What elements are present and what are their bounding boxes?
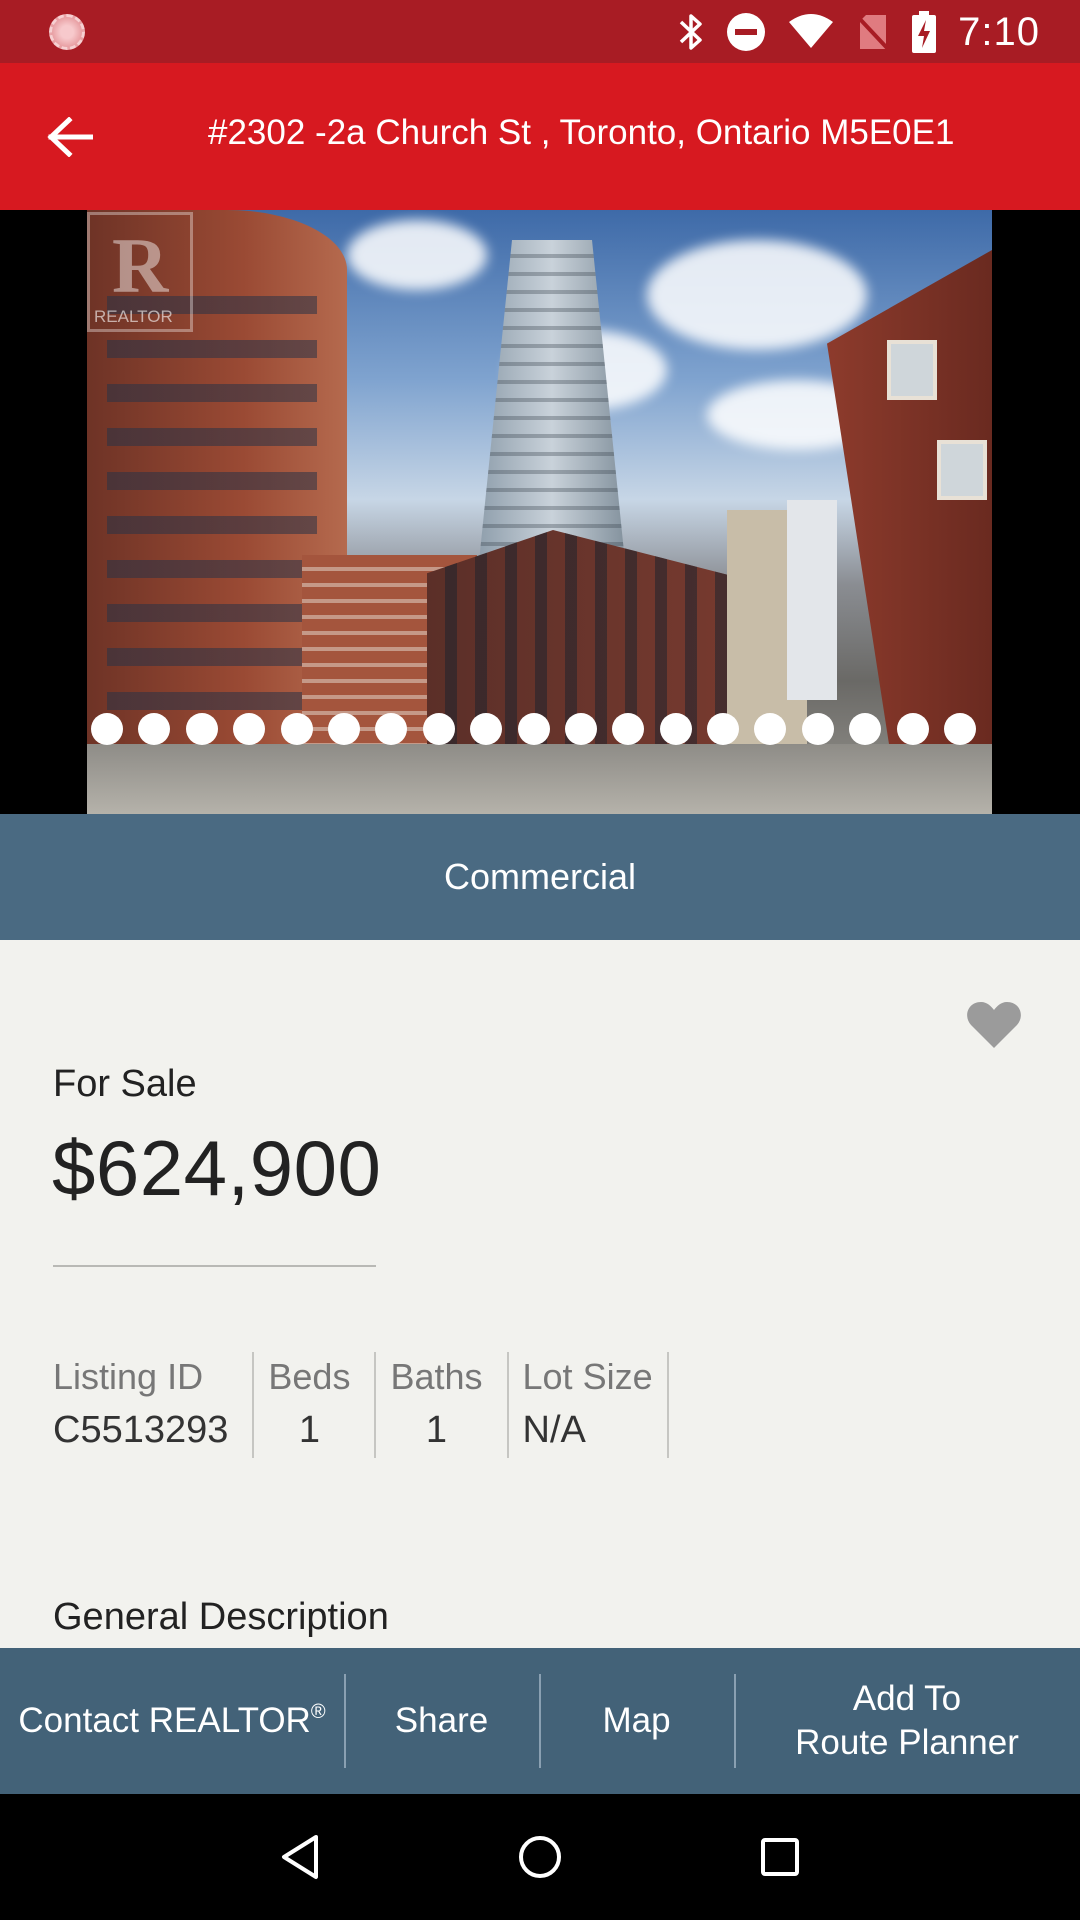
listing-status: For Sale [53, 1063, 197, 1105]
contact-realtor-button[interactable]: Contact REALTOR® [0, 1648, 344, 1794]
realtor-watermark: R REALTOR [87, 212, 193, 332]
stat-label: Listing ID [53, 1356, 204, 1397]
back-button[interactable] [40, 107, 100, 167]
heart-icon [967, 1002, 1021, 1048]
gallery-dot[interactable] [754, 713, 787, 745]
contact-realtor-label: Contact REALTOR® [18, 1701, 326, 1740]
status-icons: 7:10 [678, 10, 1040, 54]
listing-details: For Sale $624,900 Listing ID C5513293 Be… [0, 940, 1080, 1648]
notification-icon [49, 14, 85, 50]
gallery-dot[interactable] [327, 713, 360, 745]
gallery-dot[interactable] [707, 713, 740, 745]
stat-label: Lot Size [522, 1356, 653, 1397]
back-triangle-icon [282, 1835, 318, 1879]
bluetooth-icon [679, 14, 702, 50]
gallery-dot[interactable] [944, 713, 977, 745]
stat-baths: Baths 1 [374, 1352, 506, 1458]
stat-value: N/A [522, 1409, 586, 1451]
battery-charging-icon [912, 11, 937, 53]
stat-label: Baths [390, 1356, 483, 1397]
gallery-dot[interactable] [280, 713, 313, 745]
do-not-disturb-icon [727, 13, 766, 51]
gallery-page-indicator [91, 713, 977, 745]
nav-home-button[interactable] [500, 1817, 580, 1897]
nav-back-button[interactable] [260, 1817, 340, 1897]
gallery-dot[interactable] [422, 713, 455, 745]
status-time: 7:10 [958, 9, 1040, 54]
gallery-dot[interactable] [801, 713, 834, 745]
property-category: Commercial [0, 814, 1080, 940]
gallery-dot[interactable] [564, 713, 597, 745]
stat-lot-size: Lot Size N/A [506, 1352, 669, 1458]
status-bar: 7:10 [0, 0, 1080, 63]
gallery-dot[interactable] [138, 713, 171, 745]
listing-price: $624,900 [52, 1124, 382, 1212]
stat-label: Beds [268, 1356, 351, 1397]
gallery-dot[interactable] [517, 713, 550, 745]
gallery-dot[interactable] [470, 713, 503, 745]
gallery-dot[interactable] [375, 713, 408, 745]
map-label: Map [602, 1701, 671, 1740]
add-to-route-planner-button[interactable]: Add To Route Planner [734, 1648, 1080, 1794]
gallery-dot[interactable] [185, 713, 218, 745]
listing-stats: Listing ID C5513293 Beds 1 Baths 1 Lot S… [53, 1352, 669, 1458]
app-bar: #2302 -2a Church St , Toronto, Ontario M… [0, 63, 1080, 210]
screen: 7:10 #2302 -2a Church St , Toronto, Onta… [0, 0, 1080, 1920]
no-sim-icon [856, 15, 890, 51]
nav-recents-button[interactable] [740, 1817, 820, 1897]
recents-square-icon [761, 1838, 799, 1876]
stat-listing-id: Listing ID C5513293 [53, 1352, 252, 1458]
photo-gallery[interactable]: R REALTOR [0, 210, 1080, 814]
map-button[interactable]: Map [539, 1648, 734, 1794]
gallery-dot[interactable] [896, 713, 929, 745]
home-circle-icon [519, 1836, 561, 1878]
gallery-dot[interactable] [849, 713, 882, 745]
gallery-dot[interactable] [233, 713, 266, 745]
arrow-back-icon [47, 117, 93, 157]
gallery-dot[interactable] [612, 713, 645, 745]
share-button[interactable]: Share [344, 1648, 539, 1794]
stat-value: 1 [425, 1409, 448, 1451]
action-bar: Contact REALTOR® Share Map Add To Route P… [0, 1648, 1080, 1794]
favorite-button[interactable] [966, 1000, 1026, 1056]
stat-value: C5513293 [53, 1409, 229, 1451]
gallery-dot[interactable] [91, 713, 123, 745]
page-title: #2302 -2a Church St , Toronto, Ontario M… [208, 113, 955, 152]
system-nav-bar [0, 1794, 1080, 1920]
general-description-heading: General Description [53, 1596, 389, 1638]
divider [53, 1265, 376, 1267]
wifi-icon [789, 14, 834, 48]
gallery-dot[interactable] [659, 713, 692, 745]
share-label: Share [394, 1701, 489, 1740]
route-planner-label: Add To Route Planner [795, 1679, 1019, 1762]
stat-beds: Beds 1 [252, 1352, 374, 1458]
stat-value: 1 [298, 1409, 320, 1451]
